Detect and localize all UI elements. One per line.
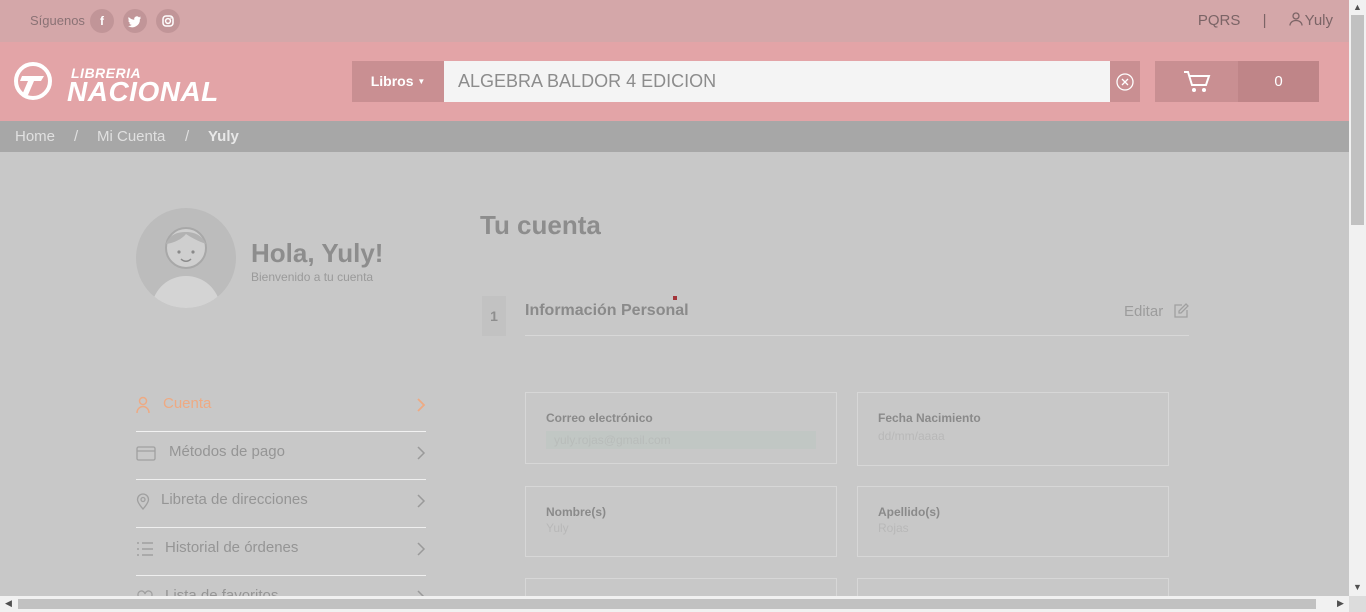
first-name-field[interactable]: Nombre(s) Yuly bbox=[525, 486, 837, 557]
email-value: yuly.rojas@gmail.com bbox=[546, 431, 816, 449]
scroll-right-icon[interactable]: ▶ bbox=[1337, 598, 1344, 609]
list-icon bbox=[137, 542, 153, 556]
close-circle-icon bbox=[1116, 73, 1134, 91]
chevron-right-icon bbox=[417, 446, 426, 460]
user-menu[interactable]: Yuly bbox=[1288, 12, 1333, 29]
breadcrumb: Home / Mi Cuenta / Yuly bbox=[0, 121, 1349, 152]
search-input[interactable] bbox=[444, 61, 1110, 102]
last-name-value: Rojas bbox=[878, 521, 909, 535]
scrollbar-corner bbox=[1349, 596, 1366, 612]
logo-text-bottom: NACIONAL bbox=[67, 76, 219, 107]
page-title: Tu cuenta bbox=[480, 210, 601, 240]
birth-date-field[interactable]: Fecha Nacimiento dd/mm/aaaa bbox=[857, 392, 1169, 466]
account-menu: Cuenta Métodos de pago Libreta de direcc… bbox=[136, 384, 426, 596]
chevron-right-icon bbox=[417, 542, 426, 556]
menu-item-historial-ordenes[interactable]: Historial de órdenes bbox=[136, 528, 426, 576]
last-name-field[interactable]: Apellido(s) Rojas bbox=[857, 486, 1169, 557]
location-pin-icon bbox=[136, 493, 150, 510]
scroll-left-icon[interactable]: ◀ bbox=[5, 598, 12, 609]
menu-item-lista-favoritos[interactable]: Lista de favoritos bbox=[136, 576, 426, 596]
twitter-icon[interactable] bbox=[123, 9, 147, 33]
header: LIBRERIA NACIONAL Libros ▼ 0 bbox=[0, 42, 1349, 121]
cart-icon bbox=[1184, 71, 1211, 92]
vertical-scroll-thumb[interactable] bbox=[1351, 15, 1364, 225]
first-name-value: Yuly bbox=[546, 521, 569, 535]
last-name-label: Apellido(s) bbox=[878, 505, 940, 519]
store-logo[interactable]: LIBRERIA NACIONAL bbox=[14, 62, 218, 107]
facebook-icon[interactable]: f bbox=[90, 9, 114, 33]
breadcrumb-separator: / bbox=[185, 128, 190, 145]
horizontal-scroll-thumb[interactable] bbox=[18, 599, 1316, 609]
scroll-up-icon[interactable]: ▲ bbox=[1353, 2, 1362, 12]
menu-item-libreta-direcciones[interactable]: Libreta de direcciones bbox=[136, 480, 426, 528]
follow-label: Síguenos bbox=[30, 13, 85, 28]
user-icon bbox=[1288, 12, 1303, 26]
menu-label: Libreta de direcciones bbox=[161, 491, 308, 508]
welcome-text: Bienvenido a tu cuenta bbox=[251, 270, 374, 284]
greeting: Hola, Yuly! bbox=[251, 238, 384, 268]
edit-icon[interactable] bbox=[1173, 303, 1189, 319]
menu-label: Historial de órdenes bbox=[165, 539, 299, 556]
vertical-scrollbar[interactable]: ▲ ▼ bbox=[1349, 0, 1366, 596]
credit-card-icon bbox=[136, 446, 156, 461]
chevron-right-icon bbox=[417, 494, 426, 508]
breadcrumb-current: Yuly bbox=[208, 128, 239, 145]
birth-date-placeholder: dd/mm/aaaa bbox=[878, 429, 945, 443]
instagram-icon[interactable] bbox=[156, 9, 180, 33]
cart-button[interactable]: 0 bbox=[1155, 61, 1319, 102]
breadcrumb-separator: / bbox=[74, 128, 79, 145]
clear-search-button[interactable] bbox=[1110, 61, 1140, 102]
cart-count: 0 bbox=[1238, 61, 1319, 102]
topbar-separator: | bbox=[1262, 12, 1267, 29]
edit-button[interactable]: Editar bbox=[1124, 303, 1163, 320]
user-name: Yuly bbox=[1304, 12, 1333, 29]
breadcrumb-home[interactable]: Home bbox=[15, 128, 55, 145]
pqrs-link[interactable]: PQRS bbox=[1198, 12, 1241, 29]
category-dropdown[interactable]: Libros ▼ bbox=[352, 61, 444, 102]
menu-label: Lista de favoritos bbox=[165, 587, 279, 596]
chevron-right-icon bbox=[417, 590, 425, 596]
menu-item-cuenta[interactable]: Cuenta bbox=[136, 384, 426, 432]
heart-icon bbox=[137, 590, 153, 596]
category-label: Libros bbox=[370, 73, 414, 89]
loading-indicator bbox=[673, 296, 677, 300]
menu-label: Métodos de pago bbox=[169, 443, 285, 460]
menu-item-metodos-pago[interactable]: Métodos de pago bbox=[136, 432, 426, 480]
top-bar: Síguenos f PQRS | Yuly bbox=[0, 0, 1349, 42]
avatar bbox=[136, 208, 236, 308]
section-divider bbox=[525, 335, 1189, 336]
menu-label: Cuenta bbox=[163, 395, 212, 412]
logo-mark-icon bbox=[14, 62, 52, 100]
birth-date-label: Fecha Nacimiento bbox=[878, 411, 981, 425]
chevron-right-icon bbox=[417, 398, 426, 412]
scroll-down-icon[interactable]: ▼ bbox=[1353, 582, 1362, 592]
first-name-label: Nombre(s) bbox=[546, 505, 607, 519]
breadcrumb-mi-cuenta[interactable]: Mi Cuenta bbox=[97, 128, 165, 145]
step-number: 1 bbox=[482, 296, 506, 336]
caret-down-icon: ▼ bbox=[417, 77, 426, 86]
section-title: Información Personal bbox=[525, 302, 689, 319]
user-icon bbox=[136, 396, 150, 414]
horizontal-scrollbar[interactable]: ◀ ▶ bbox=[0, 596, 1349, 612]
email-label: Correo electrónico bbox=[546, 411, 653, 425]
email-field[interactable]: Correo electrónico yuly.rojas@gmail.com bbox=[525, 392, 837, 464]
